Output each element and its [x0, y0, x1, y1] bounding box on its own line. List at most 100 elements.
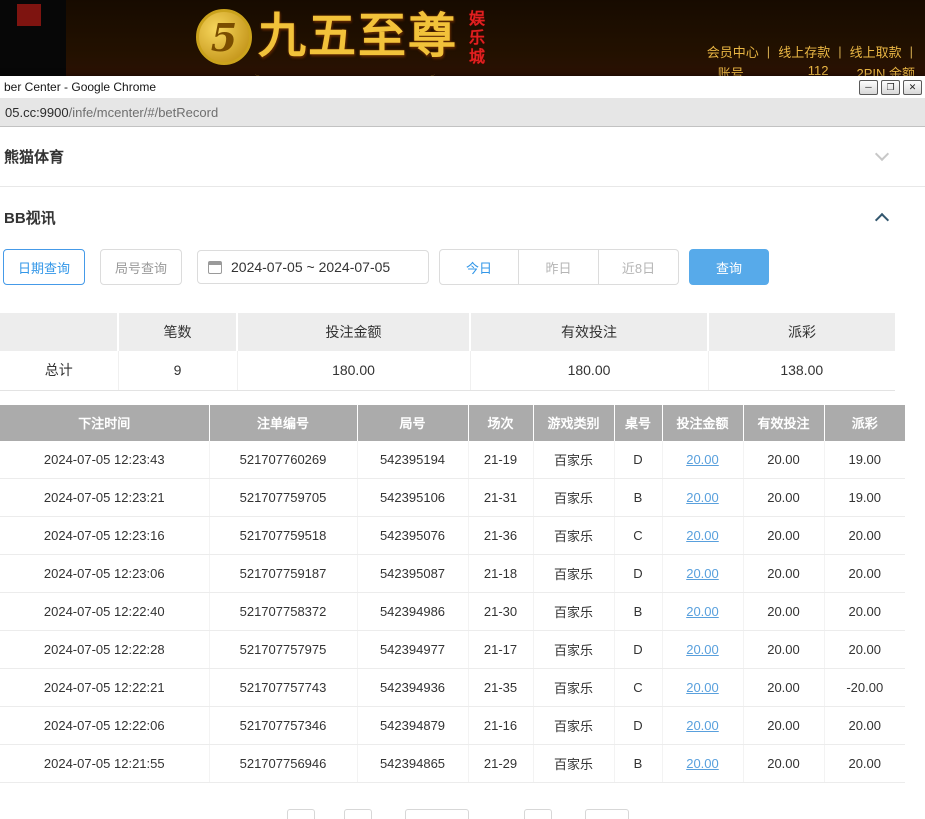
bet-amount-link[interactable]: 20.00 [686, 490, 719, 505]
table-cell: 21-31 [468, 479, 533, 517]
search-button[interactable]: 查询 [689, 249, 769, 285]
link-online-withdraw[interactable]: 线上取款 [850, 42, 902, 61]
minimize-button[interactable]: ─ [859, 80, 878, 95]
table-cell: 521707759705 [209, 479, 357, 517]
table-cell: 542395076 [357, 517, 468, 555]
chevron-up-icon[interactable] [875, 213, 889, 227]
table-cell: 2024-07-05 12:23:21 [0, 479, 209, 517]
logo-subtext: 娱乐城 [462, 10, 486, 67]
summary-header-empty [0, 313, 118, 351]
section-title-bb: BB视讯 [4, 207, 56, 228]
table-cell: 21-29 [468, 745, 533, 783]
table-cell: 20.00 [824, 707, 905, 745]
table-cell: 2024-07-05 12:23:06 [0, 555, 209, 593]
pagination-prev-button[interactable] [287, 809, 315, 819]
table-cell: 2024-07-05 12:23:43 [0, 441, 209, 479]
table-cell: 21-19 [468, 441, 533, 479]
bet-amount-link[interactable]: 20.00 [686, 528, 719, 543]
table-cell: 542394977 [357, 631, 468, 669]
browser-window: ber Center - Google Chrome ─ ❐ ✕ 05.cc:9… [0, 76, 925, 819]
round-query-button[interactable]: 局号查询 [100, 249, 182, 285]
address-bar[interactable]: 05.cc:9900/infe/mcenter/#/betRecord [0, 98, 925, 127]
summary-header-row: 笔数 投注金额 有效投注 派彩 [0, 313, 895, 351]
page-content: 熊猫体育 BB视讯 日期查询 局号查询 2024-07-05 ~ 2024-07… [0, 127, 925, 819]
bet-amount-link[interactable]: 20.00 [686, 718, 719, 733]
summary-total-label: 总计 [0, 351, 118, 390]
table-cell: 20.00 [662, 707, 743, 745]
table-cell: 2024-07-05 12:22:21 [0, 669, 209, 707]
bet-amount-link[interactable]: 20.00 [686, 452, 719, 467]
table-cell: 百家乐 [533, 631, 614, 669]
table-cell: 21-30 [468, 593, 533, 631]
yesterday-button[interactable]: 昨日 [519, 249, 599, 285]
link-separator: | [767, 44, 770, 59]
link-member-center[interactable]: 会员中心 [707, 42, 759, 61]
bet-amount-link[interactable]: 20.00 [686, 566, 719, 581]
pagination-page-button[interactable] [344, 809, 372, 819]
close-button[interactable]: ✕ [903, 80, 922, 95]
calendar-icon [208, 261, 222, 274]
table-cell: 521707757346 [209, 707, 357, 745]
records-head-row: 下注时间注单编号局号场次游戏类别桌号投注金额有效投注派彩 [0, 405, 905, 441]
table-cell: 百家乐 [533, 555, 614, 593]
pagination-page-size-select[interactable] [405, 809, 469, 819]
last8days-button[interactable]: 近8日 [599, 249, 679, 285]
table-cell: 542394865 [357, 745, 468, 783]
table-cell: 542394879 [357, 707, 468, 745]
table-cell: D [614, 441, 662, 479]
records-column-header: 注单编号 [209, 405, 357, 441]
logo-emblem-icon: 5 [196, 9, 252, 65]
table-cell: 百家乐 [533, 707, 614, 745]
table-cell: 20.00 [662, 669, 743, 707]
logo-text: 九五至尊 [258, 2, 458, 70]
date-range-value: 2024-07-05 ~ 2024-07-05 [231, 259, 390, 275]
table-cell: 20.00 [743, 707, 824, 745]
table-cell: 2024-07-05 12:23:16 [0, 517, 209, 555]
link-online-deposit[interactable]: 线上存款 [778, 42, 830, 61]
section-bb-video[interactable]: BB视讯 [0, 187, 925, 247]
table-row: 2024-07-05 12:22:40521707758372542394986… [0, 593, 905, 631]
pagination-next-button[interactable] [524, 809, 552, 819]
bet-amount-link[interactable]: 20.00 [686, 642, 719, 657]
table-cell: B [614, 593, 662, 631]
records-column-header: 游戏类别 [533, 405, 614, 441]
maximize-button[interactable]: ❐ [881, 80, 900, 95]
table-cell: C [614, 517, 662, 555]
summary-header-valid-bet: 有效投注 [470, 313, 708, 351]
table-cell: 521707760269 [209, 441, 357, 479]
site-logo: 5 九五至尊 娱乐城 [196, 2, 486, 70]
pagination-jump-input[interactable] [585, 809, 629, 819]
window-titlebar[interactable]: ber Center - Google Chrome ─ ❐ ✕ [0, 76, 925, 98]
date-range-picker[interactable]: 2024-07-05 ~ 2024-07-05 [197, 250, 429, 284]
filter-bar: 日期查询 局号查询 2024-07-05 ~ 2024-07-05 今日 昨日 … [0, 247, 925, 285]
table-cell: 2024-07-05 12:21:55 [0, 745, 209, 783]
records-table: 下注时间注单编号局号场次游戏类别桌号投注金额有效投注派彩 2024-07-05 … [0, 405, 905, 784]
table-cell: 百家乐 [533, 517, 614, 555]
table-cell: B [614, 479, 662, 517]
table-cell: 521707757743 [209, 669, 357, 707]
table-cell: 20.00 [824, 517, 905, 555]
table-cell: 2024-07-05 12:22:06 [0, 707, 209, 745]
records-column-header: 局号 [357, 405, 468, 441]
table-cell: D [614, 555, 662, 593]
today-button[interactable]: 今日 [439, 249, 519, 285]
summary-header-payout: 派彩 [708, 313, 895, 351]
bet-amount-link[interactable]: 20.00 [686, 604, 719, 619]
chevron-down-icon[interactable] [875, 147, 889, 161]
table-cell: 542394936 [357, 669, 468, 707]
date-query-button[interactable]: 日期查询 [3, 249, 85, 285]
records-column-header: 派彩 [824, 405, 905, 441]
table-cell: 20.00 [743, 479, 824, 517]
table-cell: 20.00 [743, 631, 824, 669]
quick-range-group: 今日 昨日 近8日 [439, 249, 679, 285]
bet-amount-link[interactable]: 20.00 [686, 756, 719, 771]
table-cell: 21-35 [468, 669, 533, 707]
logo-emblem-glyph: 5 [211, 15, 237, 60]
bet-amount-link[interactable]: 20.00 [686, 680, 719, 695]
table-cell: 20.00 [743, 745, 824, 783]
records-body: 2024-07-05 12:23:43521707760269542395194… [0, 441, 905, 783]
section-panda-sports[interactable]: 熊猫体育 [0, 127, 925, 187]
table-cell: 20.00 [824, 745, 905, 783]
table-cell: 21-36 [468, 517, 533, 555]
table-cell: 521707757975 [209, 631, 357, 669]
